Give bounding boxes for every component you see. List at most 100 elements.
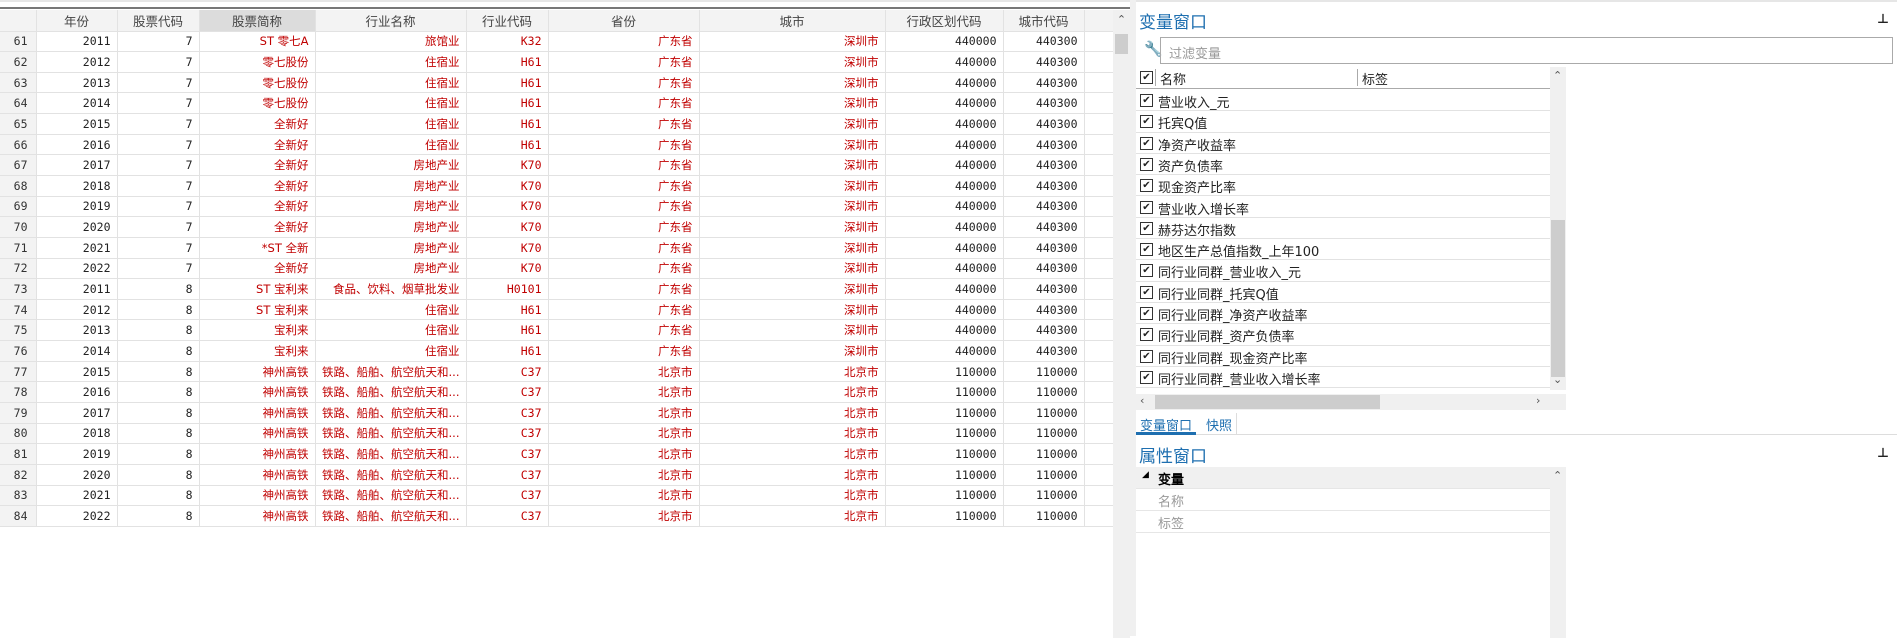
property-section-variable[interactable]: ◢ 变量	[1136, 467, 1566, 489]
table-row[interactable]: 74 2012 8 ST 宝利来 住宿业 H61 广东省 深圳市 440000 440300	[0, 299, 1114, 321]
table-cell[interactable]: 深圳市	[699, 299, 886, 321]
table-cell[interactable]: 2012	[36, 51, 118, 73]
variable-list-vscrollbar[interactable]: ⌃ ⌄	[1550, 67, 1566, 390]
table-cell[interactable]: 8	[117, 402, 200, 424]
row-number[interactable]: 84	[0, 505, 37, 527]
row-number[interactable]: 78	[0, 381, 37, 404]
table-cell[interactable]: K70	[466, 216, 549, 238]
column-header[interactable]: 年份	[36, 10, 118, 32]
table-cell[interactable]: 8	[117, 299, 200, 321]
table-cell[interactable]: 房地产业	[315, 216, 467, 238]
variable-checkbox[interactable]: ✔	[1140, 349, 1153, 363]
table-cell[interactable]: 440300	[1003, 72, 1085, 94]
table-row[interactable]: 65 2015 7 全新好 住宿业 H61 广东省 深圳市 440000 440300	[0, 113, 1114, 135]
table-cell[interactable]: 全新好	[199, 154, 316, 176]
variable-checkbox[interactable]: ✔	[1140, 243, 1153, 257]
table-cell[interactable]: 2022	[36, 258, 118, 280]
scroll-thumb[interactable]	[1155, 395, 1380, 409]
chevron-right-icon[interactable]: ›	[1536, 394, 1540, 407]
row-number[interactable]: 77	[0, 361, 37, 383]
table-cell[interactable]: 广东省	[548, 154, 700, 176]
table-cell[interactable]: C37	[466, 505, 549, 527]
variable-checkbox[interactable]: ✔	[1140, 115, 1153, 129]
table-cell[interactable]: H61	[466, 340, 549, 362]
column-header[interactable]	[0, 10, 37, 32]
table-cell[interactable]: 深圳市	[699, 278, 886, 300]
row-number[interactable]: 75	[0, 319, 37, 342]
table-cell[interactable]: 440000	[885, 154, 1004, 176]
table-row[interactable]: 75 2013 8 宝利来 住宿业 H61 广东省 深圳市 440000 440300	[0, 319, 1114, 342]
table-cell[interactable]: 北京市	[548, 381, 700, 404]
table-cell[interactable]: 北京市	[699, 381, 886, 404]
table-row[interactable]: 82 2020 8 神州高铁 铁路、船舶、航空航天和... C37 北京市 北京市 110000…	[0, 464, 1114, 486]
table-cell[interactable]: 7	[117, 175, 200, 197]
table-cell[interactable]: 440300	[1003, 299, 1085, 321]
table-cell[interactable]: ST 零七A	[199, 31, 316, 53]
table-cell[interactable]: 440300	[1003, 216, 1085, 238]
table-row[interactable]: 84 2022 8 神州高铁 铁路、船舶、航空航天和... C37 北京市 北京市 110000…	[0, 505, 1114, 527]
table-cell[interactable]: 房地产业	[315, 258, 467, 280]
table-cell[interactable]: 440000	[885, 196, 1004, 218]
table-cell[interactable]: 2021	[36, 485, 118, 507]
table-cell[interactable]: 深圳市	[699, 154, 886, 176]
table-cell[interactable]: 2021	[36, 237, 118, 259]
table-cell[interactable]: 8	[117, 485, 200, 507]
table-cell[interactable]: 2017	[36, 402, 118, 424]
table-cell[interactable]: 440300	[1003, 258, 1085, 280]
table-cell[interactable]: 广东省	[548, 319, 700, 342]
grid-vertical-scrollbar[interactable]: ⌃	[1113, 10, 1130, 638]
table-cell[interactable]: 8	[117, 443, 200, 465]
table-cell[interactable]: 2016	[36, 381, 118, 404]
table-cell[interactable]: 深圳市	[699, 113, 886, 135]
table-cell[interactable]: 440300	[1003, 340, 1085, 362]
table-row[interactable]: 72 2022 7 全新好 房地产业 K70 广东省 深圳市 440000 440300	[0, 258, 1114, 280]
table-cell[interactable]: 神州高铁	[199, 361, 316, 383]
chevron-left-icon[interactable]: ‹	[1140, 394, 1144, 407]
table-cell[interactable]: 北京市	[699, 423, 886, 445]
table-cell[interactable]: 广东省	[548, 92, 700, 115]
table-cell[interactable]: 110000	[885, 402, 1004, 424]
table-cell[interactable]: 2011	[36, 278, 118, 300]
table-cell[interactable]: 440000	[885, 237, 1004, 259]
column-header[interactable]: 行业代码	[466, 10, 549, 32]
variable-item[interactable]: ✔ 同行业同群_营业收入增长率	[1136, 367, 1550, 389]
table-cell[interactable]: 全新好	[199, 258, 316, 280]
table-cell[interactable]: 神州高铁	[199, 402, 316, 424]
row-number[interactable]: 80	[0, 423, 37, 445]
table-cell[interactable]: 零七股份	[199, 92, 316, 115]
table-cell[interactable]: 110000	[1003, 443, 1085, 465]
variable-item[interactable]: ✔ 地区生产总值指数_上年100	[1136, 239, 1550, 261]
table-row[interactable]: 80 2018 8 神州高铁 铁路、船舶、航空航天和... C37 北京市 北京市 110000…	[0, 423, 1114, 445]
table-cell[interactable]: 2011	[36, 31, 118, 53]
variable-item[interactable]: ✔ 同行业同群_净资产收益率	[1136, 303, 1550, 325]
table-cell[interactable]: 110000	[885, 423, 1004, 445]
table-cell[interactable]: 440000	[885, 278, 1004, 300]
table-cell[interactable]: 神州高铁	[199, 423, 316, 445]
table-cell[interactable]: C37	[466, 361, 549, 383]
table-cell[interactable]: 440300	[1003, 31, 1085, 53]
table-cell[interactable]: 440000	[885, 134, 1004, 156]
table-cell[interactable]: 广东省	[548, 113, 700, 135]
column-header[interactable]: 省份	[548, 10, 700, 32]
table-cell[interactable]: 全新好	[199, 175, 316, 197]
table-cell[interactable]: 广东省	[548, 278, 700, 300]
table-cell[interactable]: H61	[466, 51, 549, 73]
table-row[interactable]: 79 2017 8 神州高铁 铁路、船舶、航空航天和... C37 北京市 北京市 110000…	[0, 402, 1114, 424]
table-cell[interactable]: 广东省	[548, 51, 700, 73]
table-cell[interactable]: 440000	[885, 258, 1004, 280]
table-cell[interactable]: 深圳市	[699, 31, 886, 53]
property-row-name[interactable]: 名称	[1136, 489, 1566, 511]
variable-item[interactable]: ✔ 赫芬达尔指数	[1136, 218, 1550, 240]
table-row[interactable]: 83 2021 8 神州高铁 铁路、船舶、航空航天和... C37 北京市 北京市 110000…	[0, 485, 1114, 507]
table-cell[interactable]: 110000	[885, 361, 1004, 383]
table-row[interactable]: 73 2011 8 ST 宝利来 食品、饮料、烟草批发业 H0101 广东省 深圳市 44000…	[0, 278, 1114, 300]
table-cell[interactable]: 440000	[885, 31, 1004, 53]
row-number[interactable]: 69	[0, 196, 37, 218]
row-number[interactable]: 79	[0, 402, 37, 424]
table-cell[interactable]: 8	[117, 340, 200, 362]
table-cell[interactable]: 110000	[1003, 505, 1085, 527]
tab-variable-window[interactable]: 变量窗口	[1136, 413, 1197, 435]
table-cell[interactable]: *ST 全新	[199, 237, 316, 259]
table-cell[interactable]: 零七股份	[199, 72, 316, 94]
table-cell[interactable]: 铁路、船舶、航空航天和...	[315, 485, 467, 507]
